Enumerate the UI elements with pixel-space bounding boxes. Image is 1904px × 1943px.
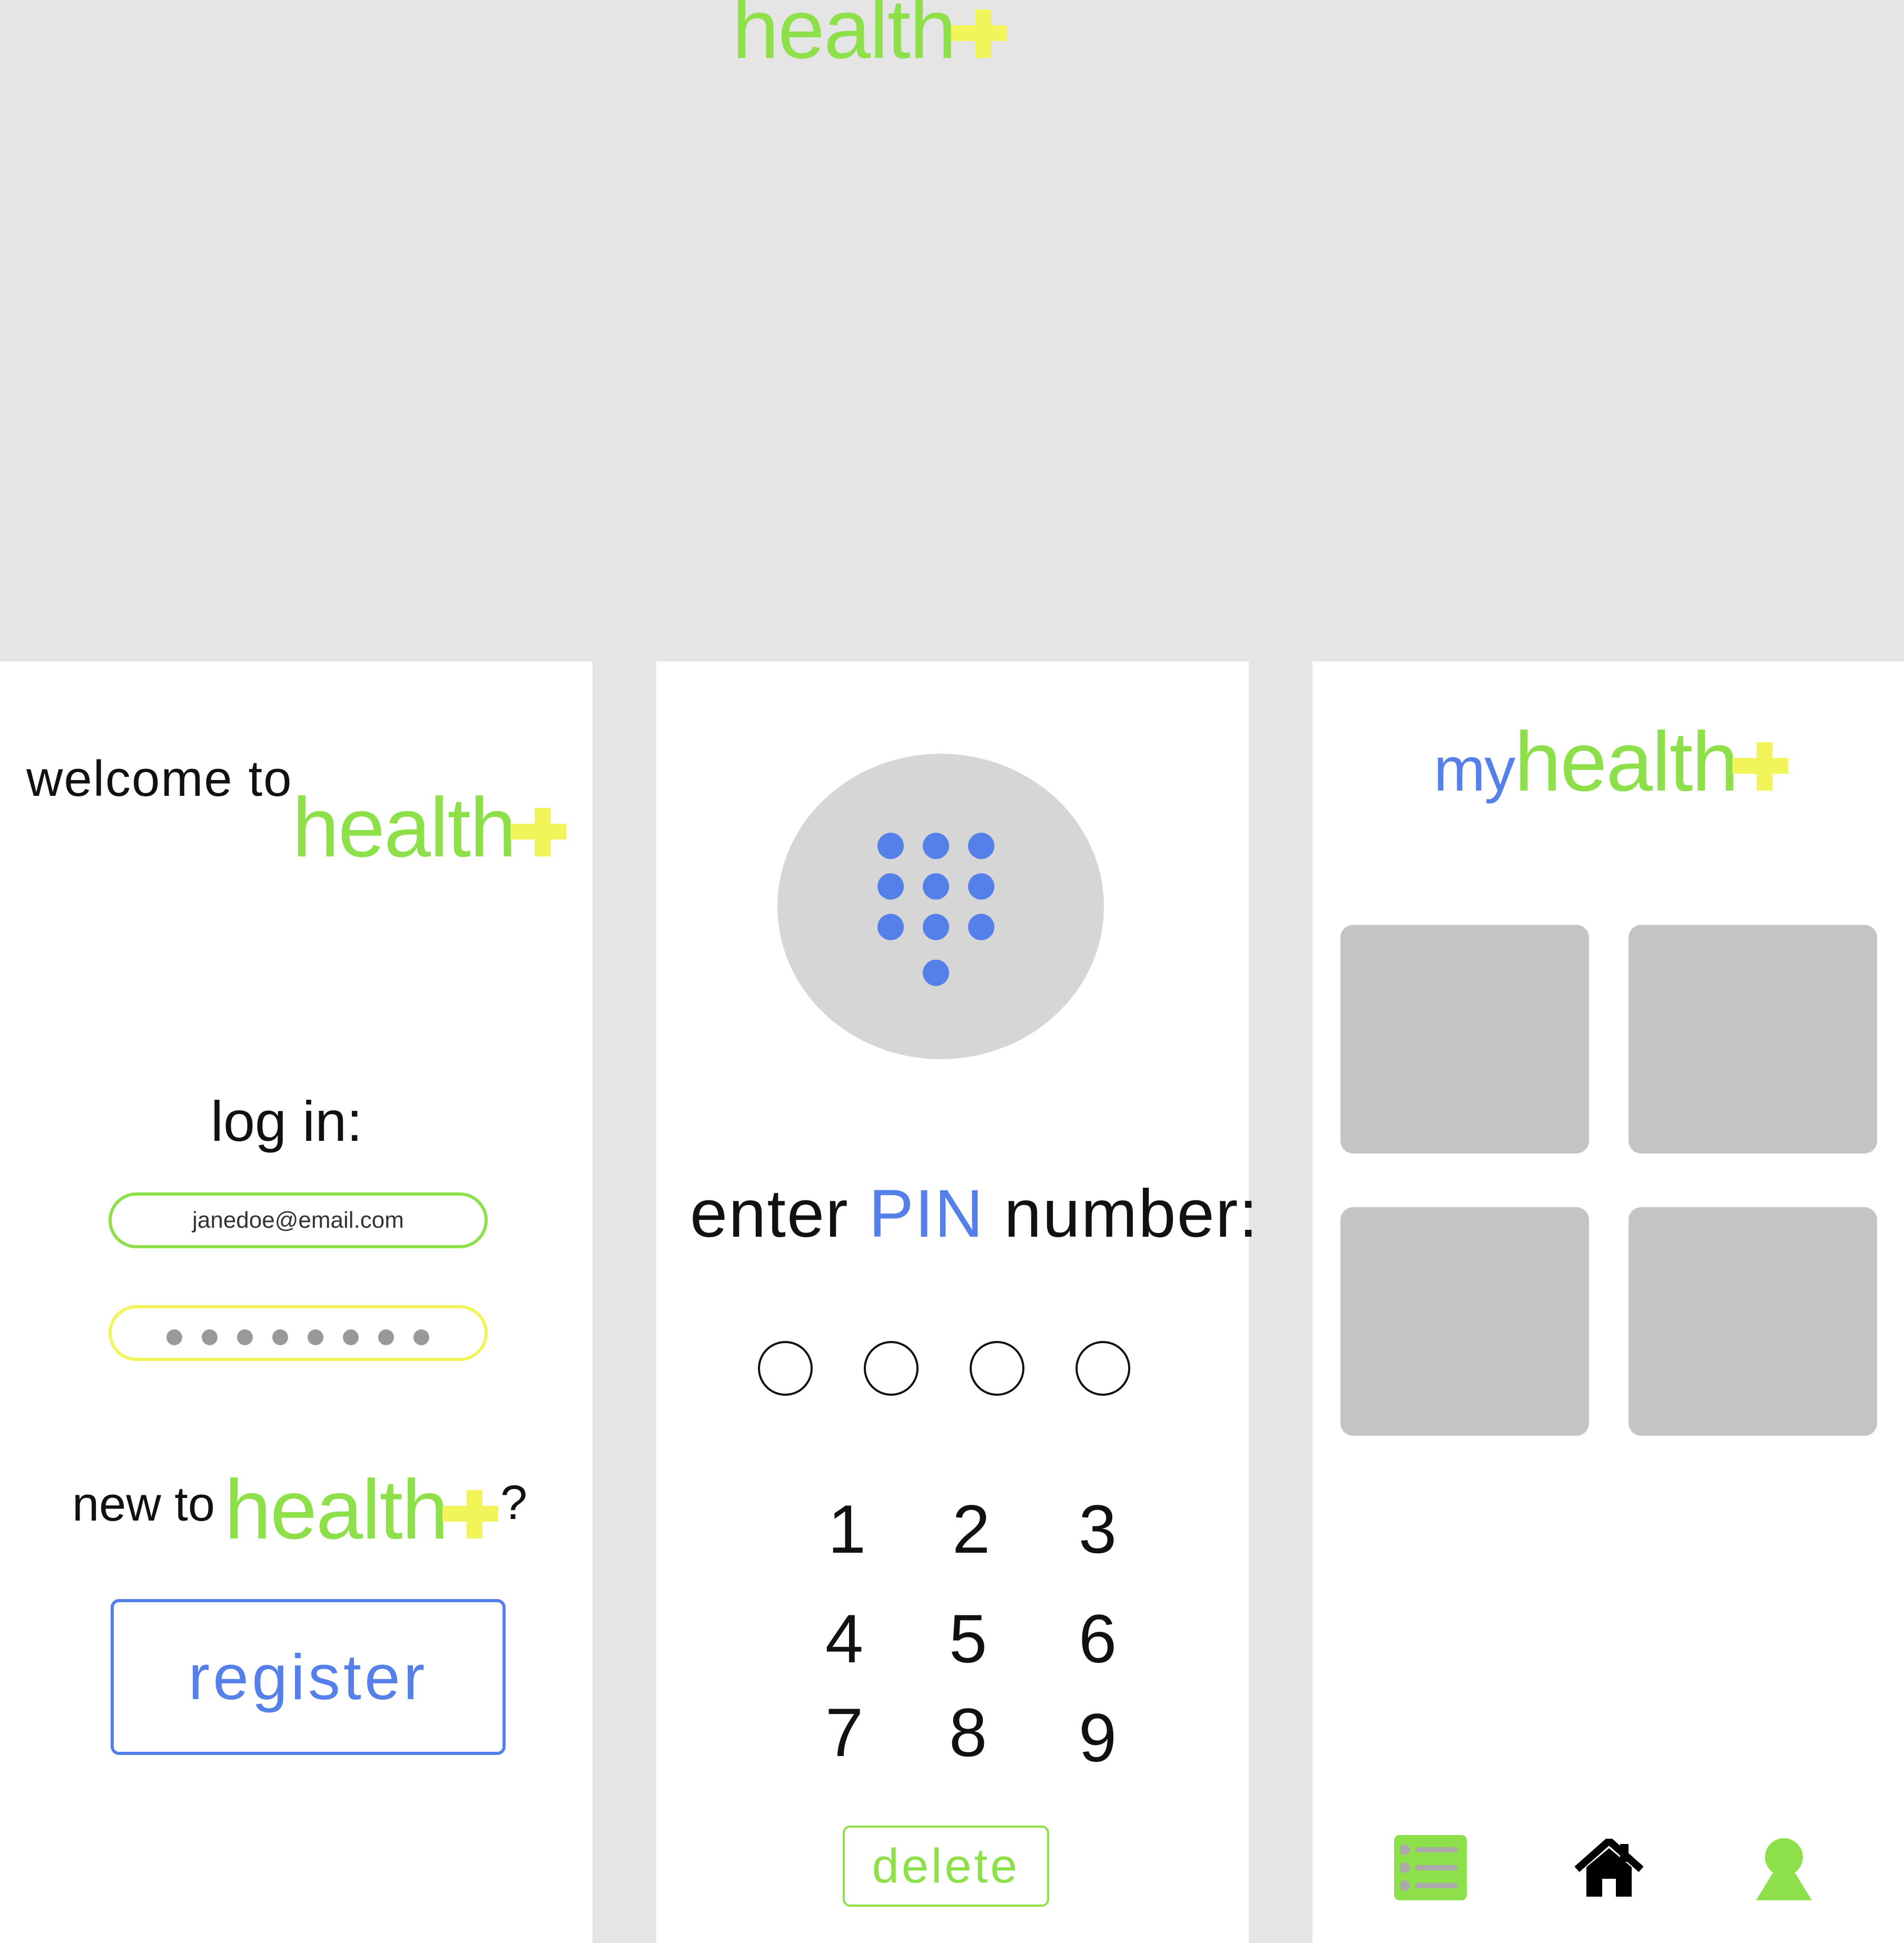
home-icon[interactable] (1574, 1836, 1644, 1900)
pin-prompt: enter PIN number: (690, 1175, 1259, 1252)
brand-wordmark: health (224, 1462, 449, 1556)
dashboard-tile[interactable] (1340, 1207, 1589, 1436)
brand-wordmark: health (1514, 714, 1739, 808)
welcome-text: welcome to (26, 751, 293, 807)
list-icon[interactable] (1394, 1835, 1467, 1900)
keypad-icon (777, 754, 1104, 1059)
login-screen: welcome to health log in: new to health … (0, 662, 593, 1943)
key-8[interactable]: 8 (936, 1698, 1000, 1767)
key-7[interactable]: 7 (813, 1698, 876, 1767)
dashboard-tile[interactable] (1340, 925, 1589, 1153)
password-dot (202, 1329, 218, 1345)
pin-prompt-highlight: PIN (869, 1176, 984, 1251)
password-dot (308, 1329, 323, 1345)
key-3[interactable]: 3 (1066, 1495, 1129, 1563)
top-brand-logo: health (732, 0, 1009, 71)
pin-prompt-start: enter (690, 1176, 849, 1251)
brand-wordmark: health (732, 0, 956, 76)
new-to-text: new to (72, 1477, 215, 1531)
pin-digit-indicator (758, 1341, 813, 1396)
plus-icon (1732, 738, 1790, 791)
password-field[interactable] (108, 1305, 488, 1361)
pin-digit-indicator (970, 1341, 1024, 1396)
login-heading: log in: (211, 1089, 363, 1153)
password-dot (413, 1329, 429, 1345)
plus-icon (510, 804, 568, 856)
pin-digit-indicator (1076, 1341, 1130, 1396)
pin-prompt-end: number: (1004, 1176, 1259, 1251)
register-button[interactable]: register (111, 1599, 506, 1755)
key-4[interactable]: 4 (813, 1604, 876, 1673)
dashboard-tile[interactable] (1629, 925, 1877, 1153)
password-dot (343, 1329, 359, 1345)
key-2[interactable]: 2 (940, 1495, 1003, 1563)
brand-my-prefix: my (1434, 735, 1515, 804)
profile-icon[interactable] (1755, 1835, 1813, 1904)
password-dot (272, 1329, 288, 1345)
delete-button[interactable]: delete (843, 1826, 1049, 1907)
pin-digit-indicator (864, 1341, 919, 1396)
key-9[interactable]: 9 (1066, 1703, 1129, 1772)
key-5[interactable]: 5 (936, 1604, 1000, 1673)
welcome-brand-logo: health (292, 785, 568, 870)
new-to-brand-logo: health (224, 1467, 500, 1552)
password-dot (378, 1329, 394, 1345)
question-mark: ? (500, 1476, 528, 1530)
dashboard-tile[interactable] (1629, 1207, 1877, 1436)
password-dot (237, 1329, 253, 1345)
email-field[interactable] (108, 1192, 488, 1248)
home-screen: myhealth (1313, 662, 1904, 1943)
plus-icon (951, 5, 1009, 58)
my-brand-logo: myhealth (1434, 719, 1790, 804)
brand-wordmark: health (292, 780, 517, 874)
key-1[interactable]: 1 (815, 1495, 879, 1563)
plus-icon (442, 1486, 500, 1538)
password-dot (166, 1329, 182, 1345)
key-6[interactable]: 6 (1066, 1604, 1129, 1673)
pin-screen: enter PIN number: 1 2 3 4 5 6 7 8 9 dele… (656, 662, 1258, 1943)
